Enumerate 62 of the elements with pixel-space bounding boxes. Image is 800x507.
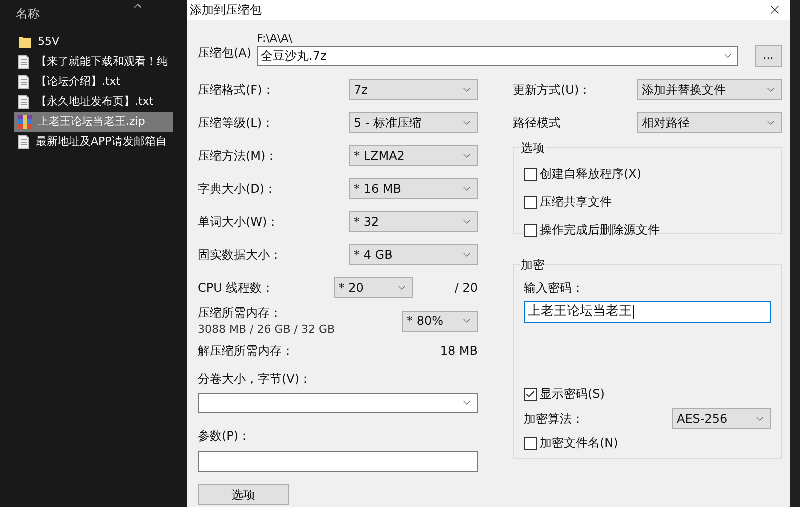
- field-label: 更新方式(U)：: [513, 82, 592, 98]
- field-label: 字典大小(D)：: [198, 180, 277, 198]
- document-icon: [18, 95, 30, 109]
- checkbox[interactable]: [524, 436, 537, 450]
- file-item[interactable]: 最新地址及APP请发邮箱自: [14, 132, 173, 152]
- dropdown[interactable]: 5 - 标准压缩: [349, 112, 478, 133]
- field-label: 路径模式: [513, 114, 561, 132]
- file-item[interactable]: 55V: [14, 32, 173, 52]
- memory-value: 18 MB: [440, 343, 478, 360]
- archive-icon: [18, 115, 32, 129]
- document-icon: [18, 75, 30, 89]
- column-header: 名称: [16, 6, 40, 23]
- file-item[interactable]: 【永久地址发布页】.txt: [14, 92, 173, 112]
- parameters-field[interactable]: [198, 451, 478, 472]
- file-item[interactable]: 【来了就能下载和观看！纯: [14, 52, 173, 72]
- field-label: 参数(P)：: [198, 429, 251, 443]
- split-size-field[interactable]: [198, 393, 478, 413]
- field-label: 加密算法：: [524, 410, 584, 428]
- dropdown[interactable]: 添加并替换文件: [637, 79, 782, 100]
- dropdown[interactable]: * LZMA2: [349, 145, 478, 166]
- field-label: 输入密码：: [524, 280, 585, 297]
- field-label: 单词大小(W)：: [198, 214, 280, 230]
- file-item[interactable]: 【论坛介绍】.txt: [14, 72, 173, 92]
- document-icon: [18, 135, 30, 149]
- browse-button[interactable]: ...: [755, 45, 782, 67]
- dropdown[interactable]: * 32: [349, 211, 478, 232]
- options-button[interactable]: 选项: [198, 484, 289, 505]
- field-label: 压缩方法(M)：: [198, 148, 278, 164]
- archive-name-field[interactable]: 全豆沙丸.7z: [257, 46, 738, 66]
- window-title: 添加到压缩包: [190, 2, 262, 19]
- field-label: 固实数据大小：: [198, 246, 282, 264]
- dropdown[interactable]: * 80%: [402, 310, 478, 332]
- archive-path: F:\A\A\: [257, 32, 294, 45]
- dropdown[interactable]: AES-256: [672, 408, 771, 429]
- field-label: 压缩所需内存：: [198, 304, 283, 322]
- dropdown[interactable]: * 20: [334, 277, 413, 298]
- memory-detail: 3088 MB / 26 GB / 32 GB: [198, 322, 336, 338]
- password-field[interactable]: 上老王论坛当老王: [524, 301, 771, 323]
- checkbox[interactable]: [524, 224, 537, 236]
- checkbox[interactable]: [524, 388, 537, 400]
- checkbox-label: 显示密码(S): [540, 386, 605, 403]
- checkbox-label: 创建自释放程序(X): [540, 166, 642, 183]
- dropdown[interactable]: 7z: [349, 79, 478, 100]
- checkbox[interactable]: [524, 196, 537, 208]
- file-item[interactable]: 上老王论坛当老王.zip: [14, 112, 173, 132]
- field-label: CPU 线程数：: [198, 280, 274, 296]
- field-label: 解压缩所需内存：: [198, 343, 294, 360]
- dropdown[interactable]: 相对路径: [637, 112, 782, 133]
- checkbox[interactable]: [524, 168, 537, 180]
- checkbox-label: 压缩共享文件: [540, 194, 612, 211]
- group-title: 选项: [520, 139, 546, 157]
- document-icon: [18, 55, 30, 69]
- checkbox-label: 加密文件名(N): [540, 435, 618, 452]
- field-label: 压缩等级(L)：: [198, 114, 274, 132]
- field-label: 压缩包(A): [198, 46, 252, 60]
- checkbox-label: 操作完成后删除源文件: [540, 222, 660, 239]
- thread-total: / 20: [454, 280, 478, 296]
- dropdown[interactable]: * 16 MB: [349, 178, 478, 199]
- dropdown[interactable]: * 4 GB: [349, 244, 478, 265]
- field-label: 压缩格式(F)：: [198, 82, 274, 98]
- folder-icon: [18, 35, 32, 49]
- field-label: 分卷大小，字节(V)：: [198, 372, 312, 386]
